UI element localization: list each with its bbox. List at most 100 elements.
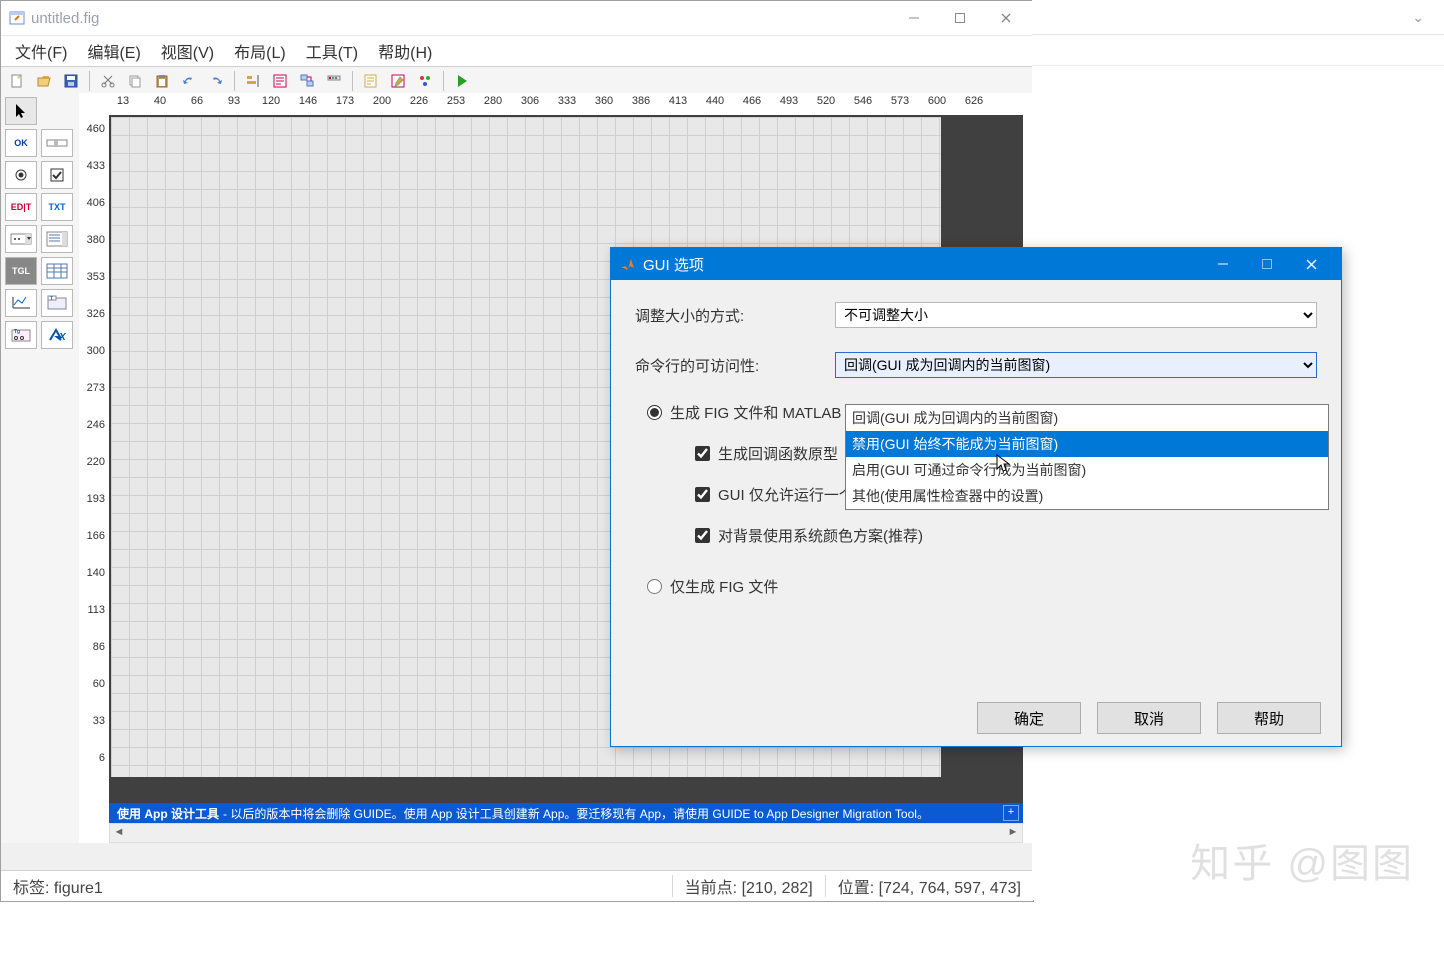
property-inspector-icon[interactable] bbox=[386, 69, 410, 93]
dropdown-option[interactable]: 启用(GUI 可通过命令行成为当前图窗) bbox=[846, 457, 1328, 483]
paste-icon[interactable] bbox=[150, 69, 174, 93]
callback-prototypes-checkbox[interactable] bbox=[695, 446, 710, 461]
ruler-tick: 146 bbox=[299, 95, 317, 107]
tag-value: figure1 bbox=[54, 880, 103, 897]
ruler-tick: 246 bbox=[87, 419, 105, 431]
currentpoint-label: 当前点: bbox=[685, 880, 737, 897]
generate-fig-only-radio[interactable] bbox=[647, 579, 662, 594]
radiobutton-tool[interactable] bbox=[5, 161, 37, 189]
syscolor-label: 对背景使用系统颜色方案(推荐) bbox=[718, 525, 923, 546]
ruler-tick: 353 bbox=[87, 271, 105, 283]
tag-label: 标签: bbox=[13, 880, 49, 897]
ruler-tick: 493 bbox=[780, 95, 798, 107]
ruler-tick: 193 bbox=[87, 493, 105, 505]
ruler-tick: 460 bbox=[87, 123, 105, 135]
ruler-tick: 66 bbox=[191, 95, 203, 107]
cmdaccess-label: 命令行的可访问性: bbox=[635, 355, 835, 376]
editor-icon[interactable] bbox=[359, 69, 383, 93]
side-chevron-icon[interactable]: ⌄ bbox=[1412, 9, 1424, 26]
run-icon[interactable] bbox=[450, 69, 474, 93]
ruler-tick: 253 bbox=[447, 95, 465, 107]
save-icon[interactable] bbox=[59, 69, 83, 93]
ruler-tick: 600 bbox=[928, 95, 946, 107]
cmdaccess-dropdown-list[interactable]: 回调(GUI 成为回调内的当前图窗)禁用(GUI 始终不能成为当前图窗)启用(G… bbox=[845, 404, 1329, 510]
menu-help[interactable]: 帮助(H) bbox=[368, 37, 442, 65]
ruler-tick: 546 bbox=[854, 95, 872, 107]
menu-layout[interactable]: 布局(L) bbox=[224, 37, 296, 65]
edit-tool[interactable]: ED|T bbox=[5, 193, 37, 221]
undo-icon[interactable] bbox=[177, 69, 201, 93]
cut-icon[interactable] bbox=[96, 69, 120, 93]
slider-tool[interactable] bbox=[41, 129, 73, 157]
minimize-button[interactable] bbox=[891, 3, 937, 33]
tab-order-icon[interactable] bbox=[295, 69, 319, 93]
component-palette: OK ED|T TXT TGL T bbox=[1, 93, 88, 843]
popup-tool[interactable] bbox=[5, 225, 37, 253]
ruler-tick: 326 bbox=[87, 308, 105, 320]
resize-label: 调整大小的方式: bbox=[635, 305, 835, 326]
scroll-left-icon[interactable]: ◄ bbox=[110, 824, 128, 840]
migration-banner[interactable]: 使用 App 设计工具 - 以后的版本中将会删除 GUIDE。使用 App 设计… bbox=[109, 803, 1023, 823]
menu-file[interactable]: 文件(F) bbox=[5, 37, 77, 65]
ok-button[interactable]: 确定 bbox=[977, 702, 1081, 734]
menu-tools[interactable]: 工具(T) bbox=[296, 37, 368, 65]
text-tool[interactable]: TXT bbox=[41, 193, 73, 221]
select-tool-icon[interactable] bbox=[5, 97, 37, 125]
redo-icon[interactable] bbox=[204, 69, 228, 93]
ruler-tick: 60 bbox=[93, 678, 105, 690]
help-button[interactable]: 帮助 bbox=[1217, 702, 1321, 734]
ruler-tick: 200 bbox=[373, 95, 391, 107]
ruler-tick: 466 bbox=[743, 95, 761, 107]
currentpoint-value: [210, 282] bbox=[742, 880, 813, 897]
toggle-tool[interactable]: TGL bbox=[5, 257, 37, 285]
dialog-titlebar: GUI 选项 bbox=[611, 248, 1341, 280]
checkbox-tool[interactable] bbox=[41, 161, 73, 189]
generate-fig-matlab-radio[interactable] bbox=[647, 405, 662, 420]
dropdown-option[interactable]: 其他(使用属性检查器中的设置) bbox=[846, 483, 1328, 509]
banner-expand-icon[interactable]: + bbox=[1003, 805, 1019, 821]
listbox-tool[interactable] bbox=[41, 225, 73, 253]
panel-tool[interactable]: T bbox=[41, 289, 73, 317]
copy-icon[interactable] bbox=[123, 69, 147, 93]
object-browser-icon[interactable] bbox=[413, 69, 437, 93]
cancel-button[interactable]: 取消 bbox=[1097, 702, 1201, 734]
toolbar-editor-icon[interactable] bbox=[322, 69, 346, 93]
dialog-minimize-button[interactable] bbox=[1201, 249, 1245, 279]
ruler-tick: 380 bbox=[87, 234, 105, 246]
new-icon[interactable] bbox=[5, 69, 29, 93]
ruler-tick: 273 bbox=[87, 382, 105, 394]
position-label: 位置: bbox=[838, 880, 874, 897]
align-icon[interactable] bbox=[241, 69, 265, 93]
ruler-tick: 573 bbox=[891, 95, 909, 107]
ruler-tick: 226 bbox=[410, 95, 428, 107]
app-icon bbox=[9, 10, 25, 26]
dialog-title: GUI 选项 bbox=[643, 254, 704, 275]
dropdown-option[interactable]: 禁用(GUI 始终不能成为当前图窗) bbox=[846, 431, 1328, 457]
axes-tool[interactable] bbox=[5, 289, 37, 317]
menu-editor-icon[interactable] bbox=[268, 69, 292, 93]
ruler-vertical: 4604334063803533263002732462201931661401… bbox=[79, 115, 109, 843]
dialog-maximize-button[interactable] bbox=[1245, 249, 1289, 279]
open-icon[interactable] bbox=[32, 69, 56, 93]
table-tool[interactable] bbox=[41, 257, 73, 285]
ruler-tick: 166 bbox=[87, 530, 105, 542]
matlab-icon bbox=[619, 256, 635, 272]
scroll-right-icon[interactable]: ► bbox=[1004, 824, 1022, 840]
ruler-tick: 333 bbox=[558, 95, 576, 107]
syscolor-checkbox[interactable] bbox=[695, 528, 710, 543]
ruler-tick: 6 bbox=[99, 752, 105, 764]
menu-edit[interactable]: 编辑(E) bbox=[77, 37, 150, 65]
buttongroup-tool[interactable]: Tg bbox=[5, 321, 37, 349]
close-button[interactable] bbox=[983, 3, 1029, 33]
horizontal-scrollbar[interactable]: ◄ ► bbox=[109, 823, 1023, 843]
singleton-checkbox[interactable] bbox=[695, 487, 710, 502]
pushbutton-tool[interactable]: OK bbox=[5, 129, 37, 157]
ruler-tick: 360 bbox=[595, 95, 613, 107]
dropdown-option[interactable]: 回调(GUI 成为回调内的当前图窗) bbox=[846, 405, 1328, 431]
menu-view[interactable]: 视图(V) bbox=[151, 37, 224, 65]
maximize-button[interactable] bbox=[937, 3, 983, 33]
resize-select[interactable]: 不可调整大小 bbox=[835, 302, 1317, 328]
cmdaccess-select[interactable]: 回调(GUI 成为回调内的当前图窗) bbox=[835, 352, 1317, 378]
activex-tool[interactable]: X bbox=[41, 321, 73, 349]
dialog-close-button[interactable] bbox=[1289, 249, 1333, 279]
